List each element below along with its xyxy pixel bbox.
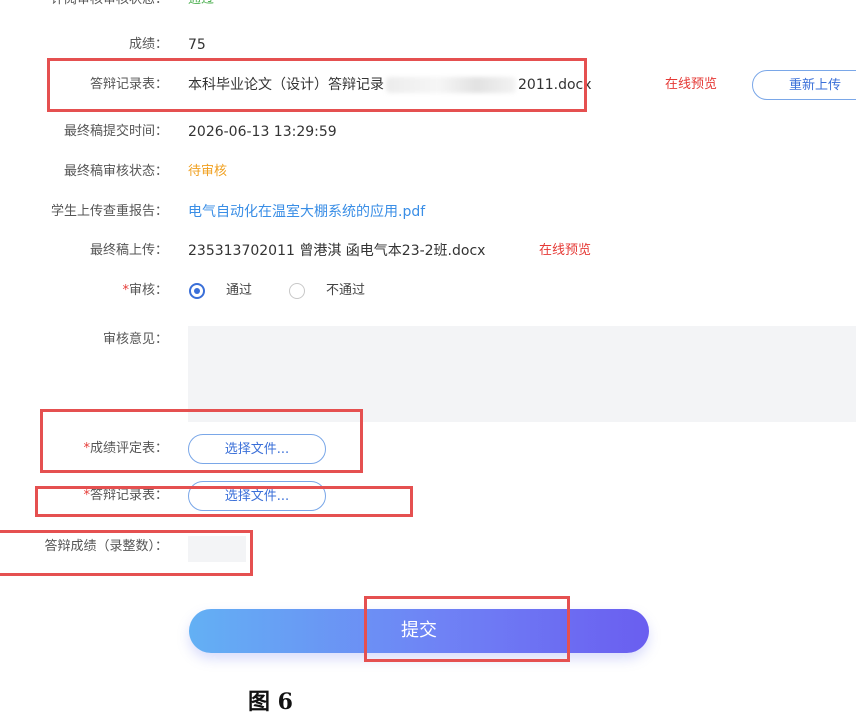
defense-score-input[interactable]: [188, 536, 246, 562]
defense-record-label: 答辩记录表：: [89, 77, 168, 92]
review-row: *审核：: [0, 279, 856, 303]
final-review-status-label: 最终稿审核状态：: [63, 164, 168, 179]
review-pass-radio[interactable]: [189, 283, 205, 299]
final-submit-time-row: 最终稿提交时间： 2026-06-13 13:29:59: [0, 120, 856, 144]
review-pass-label[interactable]: 通过: [226, 282, 252, 300]
defense-score-label: 答辩成绩（录整数）：: [44, 539, 168, 554]
score-label: 成绩：: [128, 37, 168, 52]
figure-caption: 图 6: [248, 689, 293, 715]
review-status-label: 评阅审核审核状态：: [0, 0, 168, 10]
score-eval-row: *成绩评定表：: [0, 437, 856, 461]
review-status-row: 评阅审核审核状态： 通过: [0, 0, 856, 10]
defense-record-row: 答辩记录表： 本科毕业论文（设计）答辩记录 2011.docx 在线预览: [0, 73, 856, 97]
submit-button[interactable]: 提交: [189, 609, 649, 653]
score-value: 75: [188, 37, 206, 53]
final-upload-preview-link[interactable]: 在线预览: [539, 239, 591, 263]
final-upload-file[interactable]: 235313702011 曾港淇 函电气本23-2班.docx: [188, 239, 485, 263]
defense-record-choose-file-button[interactable]: 选择文件...: [188, 481, 326, 511]
defense-record-file-suffix: 2011.docx: [518, 77, 592, 93]
score-eval-label-text: 成绩评定表：: [89, 441, 168, 456]
score-row: 成绩： 75: [0, 33, 856, 57]
defense-upload-label: *答辩记录表：: [0, 484, 168, 508]
score-eval-label: *成绩评定表：: [0, 437, 168, 461]
defense-upload-label-text: 答辩记录表：: [89, 488, 168, 503]
defense-score-row: 答辩成绩（录整数）：: [0, 535, 856, 559]
review-label-text: 审核：: [128, 283, 168, 298]
final-submit-time-label: 最终稿提交时间：: [63, 124, 168, 139]
plagiarism-report-row: 学生上传查重报告： 电气自动化在温室大棚系统的应用.pdf: [0, 200, 856, 224]
final-upload-row: 最终稿上传： 235313702011 曾港淇 函电气本23-2班.docx 在…: [0, 239, 856, 263]
review-opinion-label: 审核意见：: [102, 332, 168, 347]
defense-record-file[interactable]: 本科毕业论文（设计）答辩记录 2011.docx: [188, 73, 592, 97]
review-opinion-textarea[interactable]: [188, 326, 856, 422]
defense-record-file-prefix: 本科毕业论文（设计）答辩记录: [188, 77, 384, 93]
defense-upload-row: *答辩记录表：: [0, 484, 856, 508]
final-submit-time-value: 2026-06-13 13:29:59: [188, 124, 337, 140]
review-label: *审核：: [0, 279, 168, 303]
reupload-button[interactable]: 重新上传: [752, 70, 856, 100]
score-eval-choose-file-button[interactable]: 选择文件...: [188, 434, 326, 464]
final-review-status-row: 最终稿审核状态： 待审核: [0, 160, 856, 184]
review-fail-radio[interactable]: [289, 283, 305, 299]
review-fail-label[interactable]: 不通过: [326, 282, 365, 300]
plagiarism-report-label: 学生上传查重报告：: [50, 204, 168, 219]
plagiarism-report-link[interactable]: 电气自动化在温室大棚系统的应用.pdf: [188, 200, 425, 224]
final-upload-label: 最终稿上传：: [89, 243, 168, 258]
blurred-filename: [386, 77, 516, 93]
review-status-value: 通过: [188, 0, 214, 10]
defense-record-preview-link[interactable]: 在线预览: [665, 73, 717, 97]
final-review-status-value: 待审核: [188, 164, 228, 179]
